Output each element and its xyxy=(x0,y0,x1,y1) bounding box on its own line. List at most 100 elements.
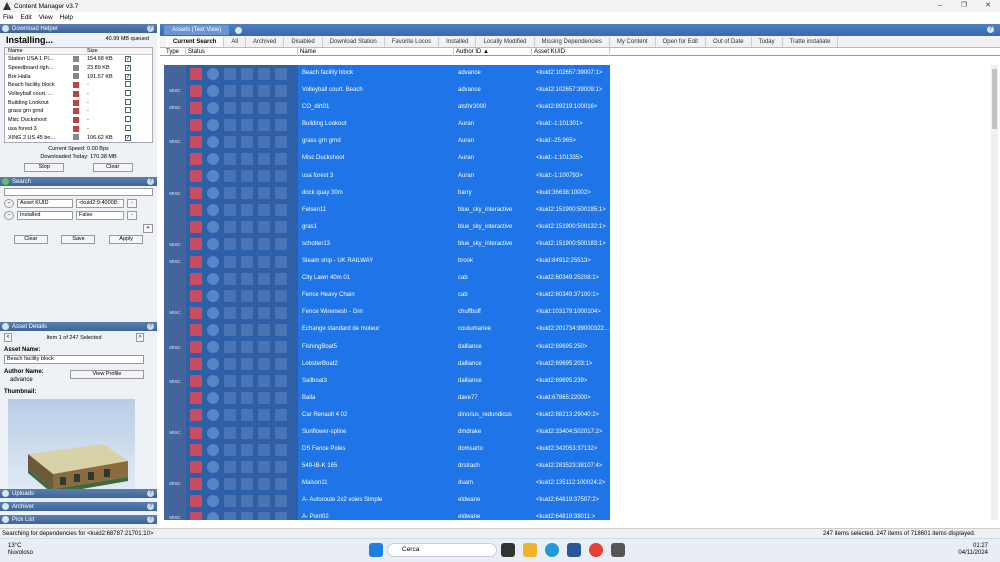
download-row[interactable]: Beach facility block - xyxy=(5,81,152,90)
filter-value-select[interactable]: False xyxy=(76,211,124,220)
stop-button[interactable]: Stop xyxy=(24,163,65,172)
download-checkbox[interactable]: ✓ xyxy=(125,73,131,80)
asset-row[interactable]: Fence Heavy Chain cab <kuid2:60349:37100… xyxy=(164,287,990,305)
download-checkbox[interactable] xyxy=(125,124,131,131)
edge-icon[interactable] xyxy=(545,543,559,557)
download-checkbox[interactable] xyxy=(125,81,131,88)
download-row[interactable]: XING 2 US 45 bo... 106.62 KB ✓ xyxy=(5,133,152,142)
download-row[interactable]: Community Gro... 171.54 KB ✓ xyxy=(5,142,152,143)
column-status[interactable]: Status xyxy=(186,47,298,56)
asset-row[interactable]: MISC schotter13 blue_sky_interactive <ku… xyxy=(164,235,990,254)
expand-icon[interactable]: ? xyxy=(147,516,154,523)
file-explorer-icon[interactable] xyxy=(523,543,537,557)
asset-row[interactable]: MISC FishingBoat5 dalliance <kuid2:69695… xyxy=(164,338,990,356)
section-header-archiver[interactable]: Archiver? xyxy=(0,502,157,511)
filter-tab-download-station[interactable]: Download Station xyxy=(323,36,385,47)
filter-tab-my-content[interactable]: My Content xyxy=(610,36,656,47)
asset-row[interactable]: gras1 blue_sky_interactive <kuid2:151900… xyxy=(164,218,990,236)
menu-view[interactable]: View xyxy=(39,14,53,21)
menu-edit[interactable]: Edit xyxy=(20,14,31,21)
tab-assets-text-view[interactable]: Assets (Text View) xyxy=(164,25,230,35)
content-manager-icon[interactable] xyxy=(611,543,625,557)
asset-row[interactable]: Beach facility block advance <kuid2:1026… xyxy=(164,65,990,83)
add-filter-button[interactable]: + xyxy=(143,224,153,233)
filter-tab-installed[interactable]: Installed xyxy=(439,36,477,47)
tab-menu-icon[interactable] xyxy=(235,26,243,34)
column-asset-kuid[interactable]: Asset KUID xyxy=(532,47,610,56)
asset-row[interactable]: Misc Duckshoot Auran <kuid:-1:101335> xyxy=(164,150,990,168)
collapse-icon[interactable]: ? xyxy=(147,25,154,32)
filter-tab-all[interactable]: All xyxy=(224,36,247,47)
menu-file[interactable]: File xyxy=(3,14,13,21)
filter-value-input[interactable]: <kuid2:9:40008:: xyxy=(76,199,124,208)
asset-row[interactable]: DS Fence Poles domsarto <kuid2:342053:37… xyxy=(164,441,990,459)
filter-tab-locally-modified[interactable]: Locally Modified xyxy=(476,36,535,47)
filter-options-button[interactable]: - xyxy=(127,199,137,208)
prev-item-button[interactable]: < xyxy=(4,333,12,342)
filter-tab-tratte-installate[interactable]: Tratte installate xyxy=(783,36,839,47)
download-row[interactable]: Station USA 1 Pl... 154.68 KB ✓ xyxy=(5,55,152,64)
download-row[interactable]: grass grn grnd - xyxy=(5,107,152,116)
asset-row[interactable]: City Lawn 40m 01 cab <kuid2:60349:25208:… xyxy=(164,270,990,288)
taskbar-search[interactable]: Cerca xyxy=(387,543,497,557)
remove-filter-icon[interactable]: − xyxy=(4,199,14,208)
asset-row[interactable]: MISC Sunflower-spline dmdrake <kuid2:334… xyxy=(164,423,990,442)
filter-options-button[interactable]: - xyxy=(127,211,137,220)
asset-row[interactable]: usa forest 3 Auran <kuid:-1:100793> xyxy=(164,167,990,185)
collapse-icon[interactable]: ? xyxy=(147,323,154,330)
asset-row[interactable]: A- Autoroute 2x2 voies Simple eldwane <k… xyxy=(164,492,990,510)
filter-field-select[interactable]: Asset KUID xyxy=(17,199,73,208)
download-checkbox[interactable] xyxy=(125,98,131,105)
asset-row[interactable]: 549-IB-K 165 drstrach <kuid2:283523:3810… xyxy=(164,458,990,476)
download-row[interactable]: Building Lookout - xyxy=(5,98,152,107)
collapse-icon[interactable]: ? xyxy=(147,178,154,185)
search-apply-button[interactable]: Apply xyxy=(109,235,144,244)
vertical-scrollbar[interactable] xyxy=(991,65,998,520)
filter-tab-out-of-date[interactable]: Out of Date xyxy=(706,36,752,47)
asset-row[interactable]: Building Lookout Auran <kuid:-1:101301> xyxy=(164,116,990,134)
column-author-id[interactable]: Author ID ▲ xyxy=(454,47,532,56)
asset-row[interactable]: LobsterBoat2 dalliance <kuid2:69695:203:… xyxy=(164,355,990,373)
download-helper-header[interactable]: Download Helper ? xyxy=(0,24,157,33)
column-size[interactable]: Size xyxy=(87,48,125,54)
download-checkbox[interactable] xyxy=(125,107,131,114)
download-row[interactable]: Volleyball court. ... - xyxy=(5,90,152,99)
column-name[interactable]: Name xyxy=(5,48,73,54)
clear-downloads-button[interactable]: Clear xyxy=(92,163,133,172)
asset-row[interactable]: Balla dave77 <kuid:67865:22000> xyxy=(164,389,990,407)
filter-tab-missing-dependencies[interactable]: Missing Dependencies xyxy=(535,36,610,47)
help-icon[interactable]: ? xyxy=(987,26,994,33)
maximize-button[interactable]: ❐ xyxy=(952,0,976,12)
filter-tab-favorite-locos[interactable]: Favorite Locos xyxy=(385,36,440,47)
search-header[interactable]: Search ? xyxy=(0,177,157,186)
download-checkbox[interactable] xyxy=(125,116,131,123)
column-name[interactable]: Name xyxy=(298,47,454,56)
download-row[interactable]: usa forest 3 - xyxy=(5,124,152,134)
search-clear-button[interactable]: Clear xyxy=(13,235,48,244)
system-tray[interactable]: 01:27 04/11/2024 xyxy=(958,543,988,557)
windows-start-icon[interactable] xyxy=(369,543,383,557)
filter-tab-current-search[interactable]: Current Search xyxy=(166,36,225,47)
menu-help[interactable]: Help xyxy=(60,14,73,21)
asset-row[interactable]: MISC grass grn grnd Auran <kuid:-25:965> xyxy=(164,133,990,151)
filter-tab-disabled[interactable]: Disabled xyxy=(284,36,323,47)
download-checkbox[interactable]: ✓ xyxy=(125,65,131,72)
filter-tab-archived[interactable]: Archived xyxy=(246,36,285,47)
asset-row[interactable]: MISC Maison11 duam <kuid2:135112:100024:… xyxy=(164,475,990,493)
remove-filter-icon[interactable]: − xyxy=(4,211,14,220)
asset-row[interactable]: Felsen11 blue_sky_interactive <kuid2:151… xyxy=(164,201,990,219)
store-icon[interactable] xyxy=(567,543,581,557)
view-profile-button[interactable]: View Profile xyxy=(70,370,144,379)
asset-row[interactable]: MISC A- Pont02 eldwane <kuid2:64819:3801… xyxy=(164,509,990,520)
download-checkbox[interactable]: ✓ xyxy=(125,134,131,141)
asset-row[interactable]: Car Renault 4 02 dinorius_redundicus <ku… xyxy=(164,406,990,424)
expand-icon[interactable]: ? xyxy=(147,490,154,497)
asset-row[interactable]: MISC Sailboat3 dalliance <kuid2:69695:23… xyxy=(164,372,990,390)
expand-icon[interactable]: ? xyxy=(147,503,154,510)
download-checkbox[interactable] xyxy=(125,90,131,97)
download-checkbox[interactable]: ✓ xyxy=(125,56,131,63)
asset-details-header[interactable]: Asset Details ? xyxy=(0,322,157,331)
filter-tab-today[interactable]: Today xyxy=(752,36,783,47)
section-header-pick-list[interactable]: Pick List? xyxy=(0,515,157,524)
search-save-button[interactable]: Save xyxy=(61,235,96,244)
